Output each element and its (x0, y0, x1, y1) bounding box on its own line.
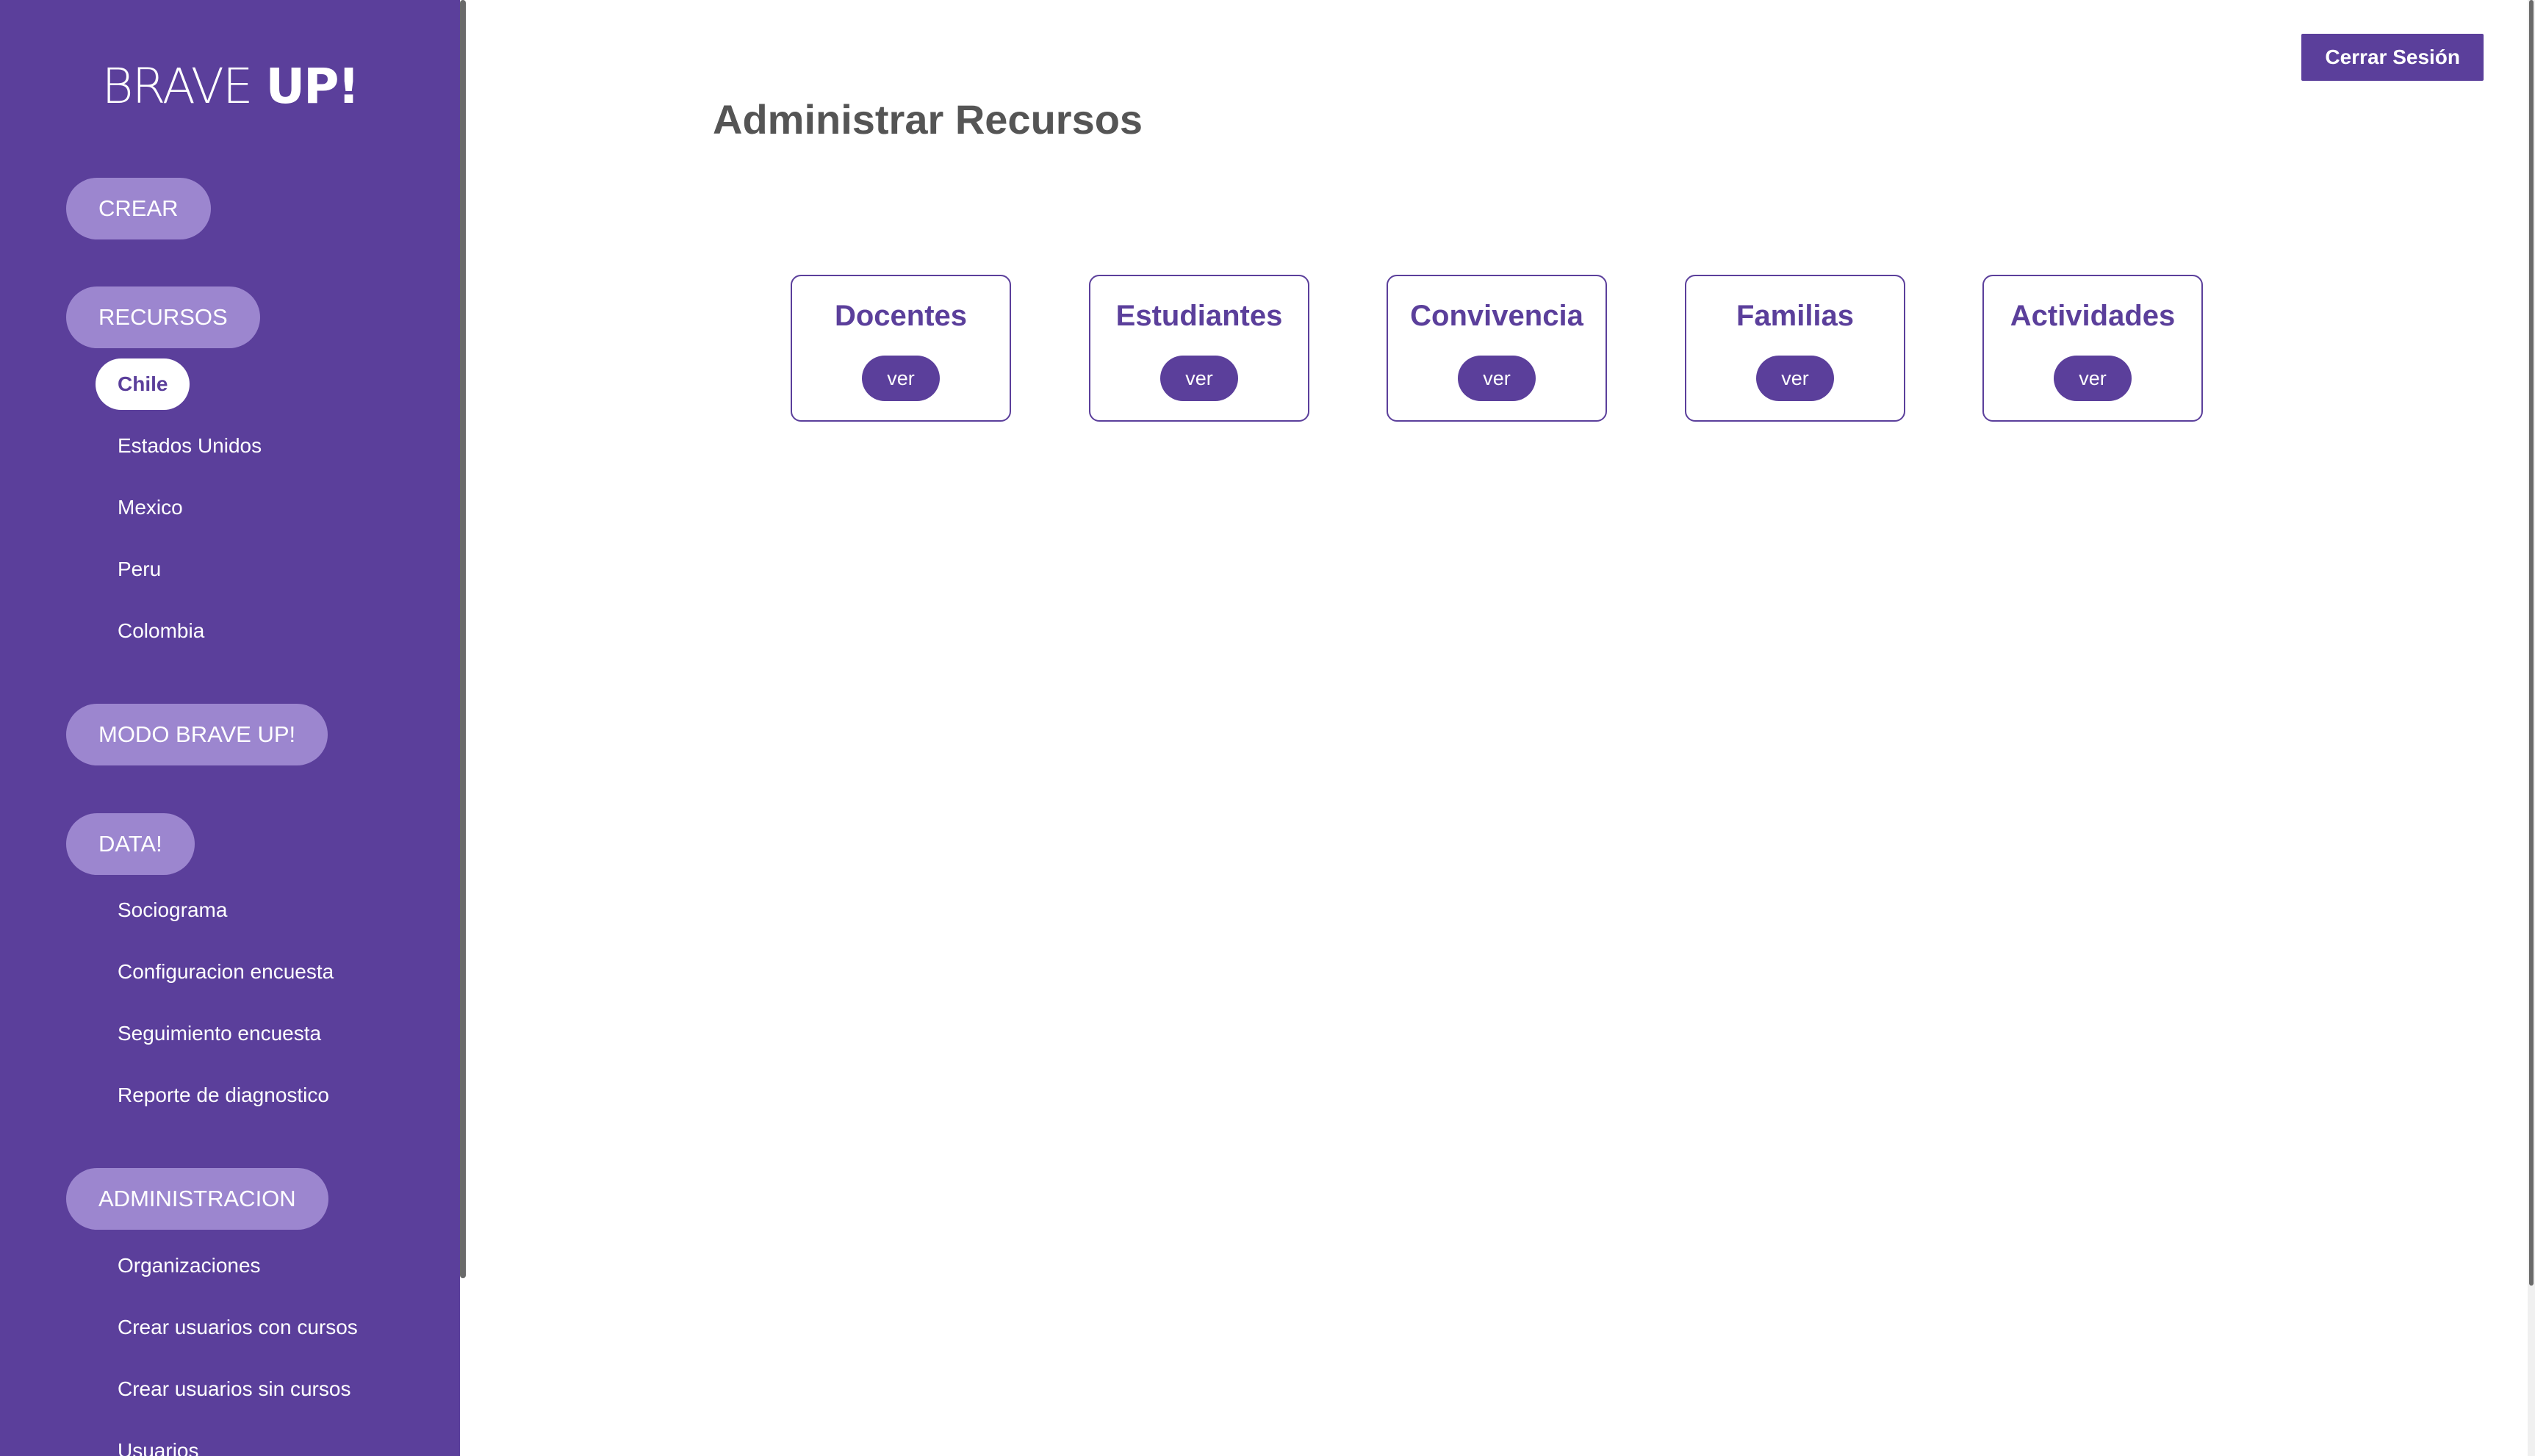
ver-docentes-button[interactable]: ver (862, 356, 940, 401)
card-title: Convivencia (1410, 300, 1583, 332)
sidebar-item-mexico[interactable]: Mexico (118, 493, 183, 522)
sidebar-item-crear-usuarios-con-cursos[interactable]: Crear usuarios con cursos (118, 1313, 358, 1342)
card-actividades: Actividades ver (1982, 275, 2203, 422)
section-crear-button[interactable]: CREAR (66, 178, 211, 239)
sidebar-item-crear-usuarios-sin-cursos[interactable]: Crear usuarios sin cursos (118, 1374, 350, 1404)
page-scrollbar[interactable] (2528, 0, 2535, 1456)
logo-text-light: BRAVE (101, 58, 266, 115)
section-administracion-button[interactable]: ADMINISTRACION (66, 1168, 328, 1230)
sidebar: BRAVE UP! CREAR RECURSOS Chile Estados U… (0, 0, 460, 1456)
card-estudiantes: Estudiantes ver (1089, 275, 1309, 422)
card-title: Estudiantes (1115, 300, 1283, 332)
card-convivencia: Convivencia ver (1387, 275, 1607, 422)
sidebar-item-sociograma[interactable]: Sociograma (118, 895, 227, 925)
brave-up-logo[interactable]: BRAVE UP! (0, 57, 460, 116)
ver-actividades-button[interactable]: ver (2054, 356, 2132, 401)
sidebar-item-estados-unidos[interactable]: Estados Unidos (118, 431, 262, 461)
card-familias: Familias ver (1685, 275, 1905, 422)
card-title: Docentes (834, 300, 968, 332)
section-recursos-button[interactable]: RECURSOS (66, 286, 260, 348)
sidebar-item-seguimiento-encuesta[interactable]: Seguimiento encuesta (118, 1019, 321, 1048)
sidebar-scrollbar[interactable] (460, 0, 466, 1278)
ver-convivencia-button[interactable]: ver (1458, 356, 1536, 401)
logout-button[interactable]: Cerrar Sesión (2301, 34, 2484, 81)
ver-estudiantes-button[interactable]: ver (1160, 356, 1238, 401)
logo-text-bold: UP! (265, 58, 360, 115)
section-data-button[interactable]: DATA! (66, 813, 195, 875)
card-docentes: Docentes ver (791, 275, 1011, 422)
sidebar-item-colombia[interactable]: Colombia (118, 616, 204, 646)
sidebar-item-peru[interactable]: Peru (118, 555, 161, 584)
card-title: Actividades (2010, 300, 2176, 332)
sidebar-item-usuarios[interactable]: Usuarios (118, 1436, 198, 1456)
page-scrollbar-thumb[interactable] (2529, 0, 2534, 1286)
sidebar-item-organizaciones[interactable]: Organizaciones (118, 1251, 261, 1280)
card-title: Familias (1736, 300, 1855, 332)
page-title: Administrar Recursos (713, 96, 1143, 143)
sidebar-item-chile[interactable]: Chile (96, 358, 190, 410)
sidebar-item-configuracion-encuesta[interactable]: Configuracion encuesta (118, 957, 334, 987)
main-content: Administrar Recursos Cerrar Sesión Docen… (466, 0, 2528, 1456)
ver-familias-button[interactable]: ver (1756, 356, 1834, 401)
sidebar-item-reporte-de-diagnostico[interactable]: Reporte de diagnostico (118, 1081, 329, 1110)
section-modo-brave-up-button[interactable]: MODO BRAVE UP! (66, 704, 328, 765)
